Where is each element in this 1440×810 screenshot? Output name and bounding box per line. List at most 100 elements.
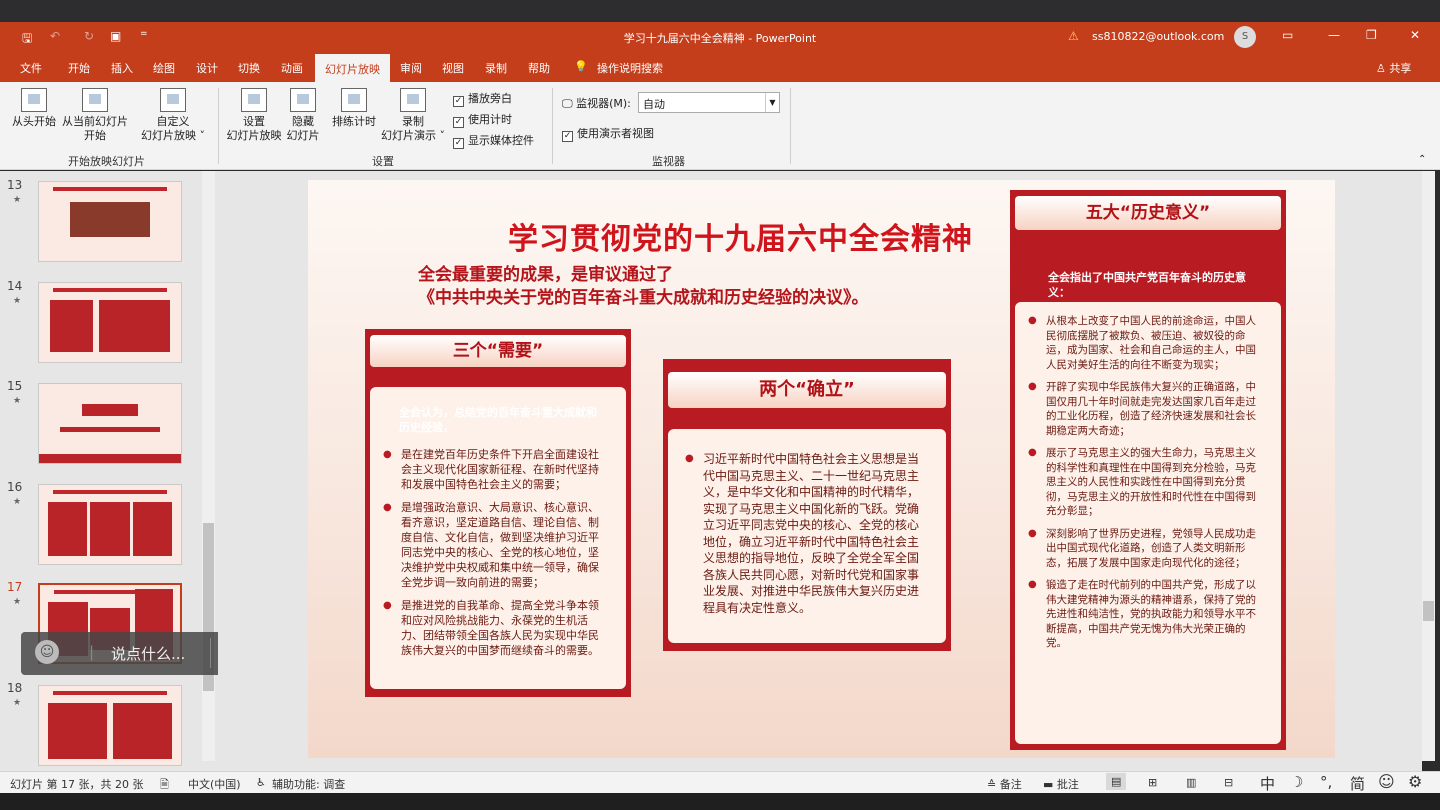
list-item: 习近平新时代中国特色社会主义思想是当代中国马克思主义、二十一世纪马克思主义，是中… <box>685 451 929 616</box>
tab-review[interactable]: 审阅 <box>400 60 422 76</box>
ime-mode[interactable]: 中 <box>1260 773 1275 794</box>
comments-button[interactable]: ▬ 批注 <box>1043 776 1079 792</box>
checkbox-media[interactable]: ✓ 显示媒体控件 <box>453 132 534 149</box>
tab-file[interactable]: 文件 <box>20 60 42 76</box>
stopwatch-icon <box>341 88 367 112</box>
monitor-select[interactable]: 自动 ▼ <box>638 92 780 113</box>
close-icon[interactable]: ✕ <box>1410 28 1420 42</box>
reading-view-icon[interactable]: ▥ <box>1186 776 1196 789</box>
bottom-black-bar <box>0 793 1440 810</box>
slide-thumbnail-18[interactable] <box>38 685 182 766</box>
collapse-ribbon-icon[interactable]: ⌃ <box>1418 154 1426 165</box>
custom-show-button[interactable]: 自定义 幻灯片放映 ˅ <box>138 88 208 143</box>
record-button[interactable]: 录制 幻灯片演示 ˅ <box>380 88 446 143</box>
card-two-establish: 两个“确立” 习近平新时代中国特色社会主义思想是当代中国马克思主义、二十一世纪马… <box>663 359 951 651</box>
checkbox-presenter[interactable]: ✓ 使用演示者视图 <box>562 125 654 142</box>
thumb-number: 16 <box>7 480 23 494</box>
notes-button[interactable]: ≙ 备注 <box>987 776 1022 792</box>
tab-design[interactable]: 设计 <box>196 60 218 76</box>
ribbon-display-icon[interactable]: ▭ <box>1282 28 1293 42</box>
scrollbar-thumb[interactable] <box>1423 601 1434 621</box>
emoji-icon[interactable]: ☺ <box>1378 772 1395 791</box>
share-button[interactable]: ♙ 共享 <box>1376 60 1411 76</box>
separator <box>552 88 553 164</box>
slideshow-start-icon <box>21 88 47 112</box>
share-label: 共享 <box>1389 62 1412 75</box>
rehearse-label: 排练计时 <box>332 115 376 128</box>
card-lead: 全会认为，总结党的百年奋斗重大成就和历史经验， <box>399 406 597 434</box>
separator <box>790 88 791 164</box>
chat-input[interactable]: 说点什么... <box>111 643 185 664</box>
list-item: 是推进党的自我革命、提高全党斗争本领和应对风险挑战能力、永葆党的生机活力、团结带… <box>383 598 605 658</box>
from-current-button[interactable]: 从当前幻灯片 开始 <box>60 88 130 143</box>
tab-record[interactable]: 录制 <box>485 60 507 76</box>
card-header: 两个“确立” <box>668 372 946 408</box>
sorter-view-icon[interactable]: ⊞ <box>1148 776 1157 789</box>
rehearse-button[interactable]: 排练计时 <box>328 88 380 129</box>
slide-thumbnail-15[interactable] <box>38 383 182 464</box>
tab-home[interactable]: 开始 <box>68 60 90 76</box>
slideshow-view-icon[interactable]: ⊟ <box>1224 776 1233 789</box>
list-item: 展示了马克思主义的强大生命力，马克思主义的科学性和真理性在中国得到充分检验，马克… <box>1028 446 1262 519</box>
thumb-number: 17 <box>7 580 23 594</box>
ime-simplified[interactable]: 简 <box>1350 773 1365 794</box>
language-status[interactable]: 中文(中国) <box>188 776 241 792</box>
thumb-number: 14 <box>7 279 23 293</box>
tab-view[interactable]: 视图 <box>442 60 464 76</box>
moon-icon[interactable]: ☽ <box>1290 773 1303 791</box>
card-lead: 全会指出了中国共产党百年奋斗的历史意义： <box>1048 271 1246 299</box>
gear-icon[interactable]: ⚙ <box>1408 772 1422 791</box>
check-icon: ✓ <box>562 131 573 142</box>
thumb-number: 15 <box>7 379 23 393</box>
setup-show-button[interactable]: 设置 幻灯片放映 <box>224 88 284 143</box>
tab-help[interactable]: 帮助 <box>528 60 550 76</box>
card-three-needs: 三个“需要” 全会认为，总结党的百年奋斗重大成就和历史经验， 是在建党百年历史条… <box>365 329 631 697</box>
emoji-icon[interactable]: ☺ <box>35 640 59 664</box>
list-item: 从根本上改变了中国人民的前途命运，中国人民彻底摆脱了被欺负、被压迫、被奴役的命运… <box>1028 314 1262 372</box>
tell-me-search[interactable]: 操作说明搜索 <box>597 60 663 76</box>
list-item: 锻造了走在时代前列的中国共产党，形成了以伟大建党精神为源头的精神谱系，保持了党的… <box>1028 578 1262 651</box>
monitor-value: 自动 <box>643 98 665 111</box>
hide-slide-button[interactable]: 隐藏 幻灯片 <box>284 88 322 143</box>
list-item: 是在建党百年历史条件下开启全面建设社会主义现代化国家新征程、在新时代坚持和发展中… <box>383 447 605 492</box>
checkbox-narration[interactable]: ✓ 播放旁白 <box>453 90 512 107</box>
warning-icon[interactable]: ⚠ <box>1068 29 1079 43</box>
check-icon: ✓ <box>453 117 464 128</box>
accessibility-status[interactable]: 辅助功能: 调查 <box>272 776 345 792</box>
checkbox-timing[interactable]: ✓ 使用计时 <box>453 111 512 128</box>
tab-transitions[interactable]: 切换 <box>238 60 260 76</box>
ribbon: 从头开始 从当前幻灯片 开始 自定义 幻灯片放映 ˅ 开始放映幻灯片 设置 幻灯… <box>0 82 1440 170</box>
list-item: 开辟了实现中华民族伟大复兴的正确道路，中国仅用几十年时间就走完发达国家几百年走过… <box>1028 380 1262 438</box>
tab-insert[interactable]: 插入 <box>111 60 133 76</box>
minimize-icon[interactable]: — <box>1328 28 1340 42</box>
animation-star-icon: ★ <box>13 698 22 708</box>
animation-star-icon: ★ <box>13 396 22 406</box>
timing-label: 使用计时 <box>468 113 512 126</box>
tab-slideshow[interactable]: 幻灯片放映 <box>315 54 390 82</box>
slide-thumbnail-14[interactable] <box>38 282 182 363</box>
normal-view-icon[interactable]: ▤ <box>1106 773 1127 790</box>
slide-thumbnail-16[interactable] <box>38 484 182 565</box>
record-label-2: 幻灯片演示 ˅ <box>381 129 445 142</box>
tab-draw[interactable]: 绘图 <box>153 60 175 76</box>
punctuation-icon[interactable]: °, <box>1320 773 1332 791</box>
chat-overlay: ☺ | 说点什么... ‹ <box>21 632 233 675</box>
from-start-button[interactable]: 从头开始 <box>10 88 58 129</box>
card-list: 习近平新时代中国特色社会主义思想是当代中国马克思主义、二十一世纪马克思主义，是中… <box>685 451 929 624</box>
animation-star-icon: ★ <box>13 597 22 607</box>
ribbon-tabs: 文件 开始 插入 绘图 设计 切换 动画 幻灯片放映 审阅 视图 录制 帮助 💡… <box>0 52 1440 82</box>
tab-animations[interactable]: 动画 <box>281 60 303 76</box>
avatar[interactable]: S <box>1234 26 1256 48</box>
thumb-number: 18 <box>7 681 23 695</box>
editor-scrollbar[interactable] <box>1422 171 1435 761</box>
account-email[interactable]: ss810822@outlook.com <box>1092 30 1224 43</box>
setup-icon <box>241 88 267 112</box>
slide-thumbnail-13[interactable] <box>38 181 182 262</box>
animation-star-icon: ★ <box>13 296 22 306</box>
custom-label-2: 幻灯片放映 ˅ <box>141 129 205 142</box>
slide-title: 学习贯彻党的十九届六中全会精神 <box>508 222 973 257</box>
animation-star-icon: ★ <box>13 497 22 507</box>
slide-canvas[interactable]: 学习贯彻党的十九届六中全会精神 全会最重要的成果，是审议通过了 《中共中央关于党… <box>308 180 1335 758</box>
restore-icon[interactable]: ❐ <box>1366 28 1377 42</box>
chevron-down-icon[interactable]: ▼ <box>765 93 779 112</box>
